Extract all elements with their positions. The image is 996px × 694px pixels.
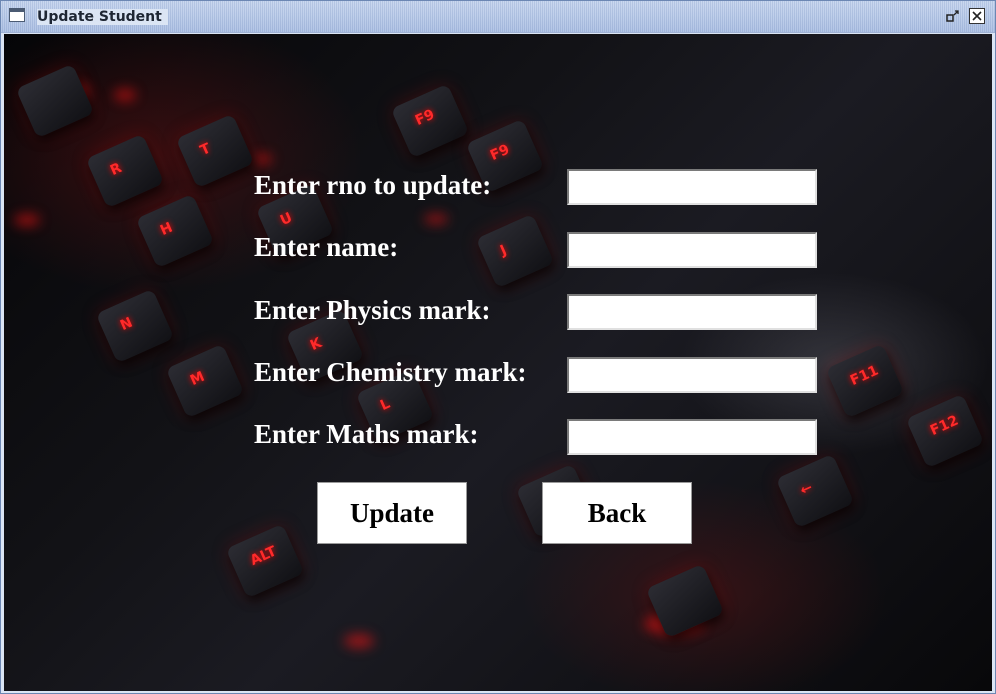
name-input[interactable] [567,232,817,268]
chemistry-label: Enter Chemistry mark: [254,357,527,387]
rno-input[interactable] [567,169,817,205]
key-legend: N [117,314,136,335]
window-icon [9,8,25,22]
key-legend: R [107,160,125,180]
key-legend: F9 [412,106,437,130]
back-button[interactable]: Back [542,482,692,544]
physics-label: Enter Physics mark: [254,295,491,325]
content-panel: F9 F9 H N M U J K L ALT F11 F12 R T ← En… [4,34,992,691]
restore-icon[interactable] [945,8,961,24]
chemistry-input[interactable] [567,357,817,393]
close-icon[interactable] [969,8,985,24]
update-button[interactable]: Update [317,482,467,544]
key-legend: F11 [847,362,881,390]
name-label: Enter name: [254,232,399,262]
title-bar[interactable]: Update Student [1,1,995,33]
maths-input[interactable] [567,419,817,455]
key-legend: J [497,242,510,260]
rno-label: Enter rno to update: [254,170,492,200]
key-legend: K [307,334,325,355]
maths-label: Enter Maths mark: [254,419,479,449]
key-legend: M [187,368,208,390]
update-student-window: Update Student F9 F9 H N M U J K L ALT F… [0,0,996,694]
key-legend: L [377,395,393,415]
key-legend: H [157,219,176,240]
key-legend: ALT [247,543,280,570]
physics-input[interactable] [567,294,817,330]
key-legend: F12 [927,412,961,440]
window-title: Update Student [37,9,168,25]
key-legend: T [197,140,214,160]
key-legend: U [277,209,295,230]
